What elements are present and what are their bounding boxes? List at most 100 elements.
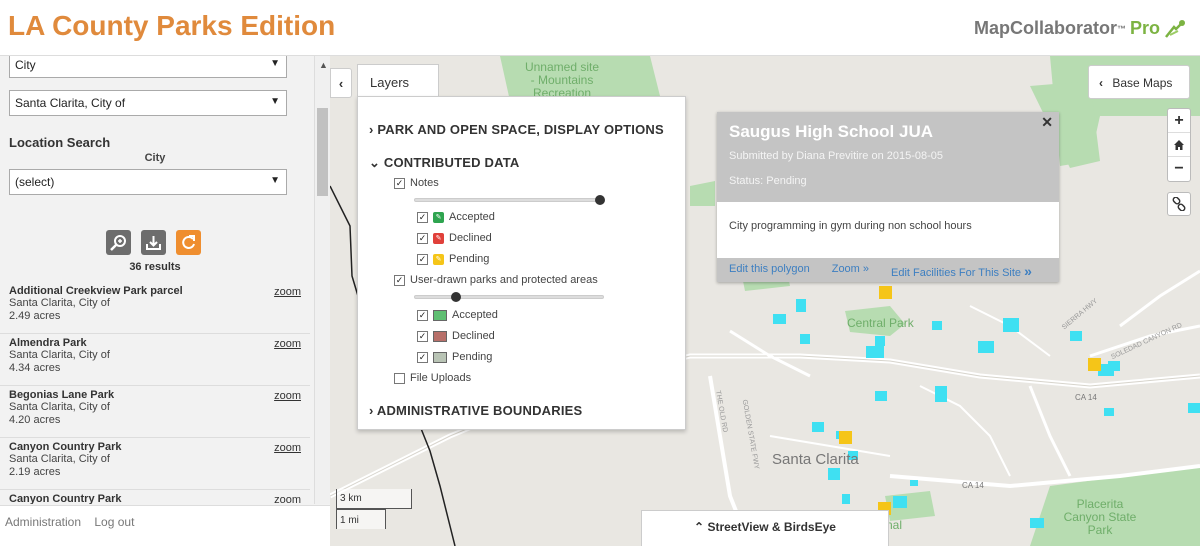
administration-link[interactable]: Administration	[5, 515, 81, 529]
checkbox-checked[interactable]: ✓	[417, 330, 428, 342]
sidebar-content[interactable]: City ▼ Santa Clarita, City of ▼ Location…	[0, 56, 313, 504]
refresh-icon	[182, 235, 195, 249]
result-name: Almendra Park	[9, 337, 87, 349]
polygons-pending-checkbox[interactable]: ✓ Pending	[417, 351, 492, 363]
sidebar-footer: Administration Log out	[0, 505, 330, 546]
note-pending-icon: ✎	[433, 253, 444, 265]
edit-facilities-label: Edit Facilities For This Site	[891, 267, 1022, 279]
declined-label: Declined	[452, 330, 495, 342]
popup-body: City programming in gym during non schoo…	[729, 220, 972, 232]
zoom-to-results-button[interactable]	[106, 230, 131, 255]
result-acres: 2.19 acres	[9, 466, 61, 478]
zoom-out-button[interactable]: −	[1168, 157, 1190, 181]
double-chevron-icon: »	[1024, 263, 1032, 279]
popup-status: Status: Pending	[729, 175, 807, 187]
sidebar: City ▼ Santa Clarita, City of ▼ Location…	[0, 56, 330, 546]
notes-opacity-slider[interactable]	[414, 195, 605, 205]
polygons-accepted-checkbox[interactable]: ✓ Accepted	[417, 309, 498, 321]
sidebar-scrollbar[interactable]: ▲	[314, 56, 330, 504]
result-zoom-link[interactable]: zoom	[274, 494, 301, 504]
download-results-button[interactable]	[141, 230, 166, 255]
zoom-search-icon	[110, 235, 126, 251]
location-city-select[interactable]: (select) ▼	[9, 169, 287, 195]
scrollbar-thumb[interactable]	[317, 108, 328, 196]
page-title: LA County Parks Edition	[8, 10, 336, 41]
notes-label: Notes	[410, 177, 439, 189]
base-maps-button[interactable]: ‹ Base Maps	[1088, 65, 1190, 99]
result-zoom-link[interactable]: zoom	[274, 442, 301, 454]
checkbox-checked[interactable]: ✓	[417, 232, 428, 244]
checkbox-checked[interactable]: ✓	[394, 274, 405, 286]
city-boundary-value: Santa Clarita, City of	[15, 96, 126, 110]
close-icon[interactable]: ✕	[1041, 114, 1053, 131]
notes-pending-checkbox[interactable]: ✓ ✎ Pending	[417, 253, 489, 265]
list-item: Canyon Country Park zoom	[0, 490, 310, 504]
zoom-controls: + −	[1167, 108, 1191, 182]
scroll-up-icon[interactable]: ▲	[319, 60, 328, 70]
declined-swatch	[433, 330, 447, 342]
result-city: Santa Clarita, City of	[9, 401, 110, 413]
layer-group-label: PARK AND OPEN SPACE, DISPLAY OPTIONS	[377, 122, 664, 137]
result-zoom-link[interactable]: zoom	[274, 338, 301, 350]
layer-group-contributed[interactable]: ⌄ CONTRIBUTED DATA	[369, 155, 520, 171]
checkbox-unchecked[interactable]	[394, 372, 405, 384]
chevron-left-icon: ‹	[1099, 76, 1103, 90]
layers-label: Layers	[370, 75, 410, 90]
feature-popup: Saugus High School JUA Submitted by Dian…	[717, 112, 1059, 282]
boundary-type-value: City	[15, 58, 36, 72]
refresh-results-button[interactable]	[176, 230, 201, 255]
user-drawn-opacity-slider[interactable]	[414, 292, 604, 302]
notes-accepted-checkbox[interactable]: ✓ ✎ Accepted	[417, 211, 495, 223]
file-uploads-checkbox[interactable]: File Uploads	[394, 372, 471, 384]
result-city: Santa Clarita, City of	[9, 349, 110, 361]
zoom-link[interactable]: Zoom »	[832, 263, 869, 277]
list-item: Canyon Country Park Santa Clarita, City …	[0, 438, 310, 490]
popup-title: Saugus High School JUA	[729, 122, 934, 141]
boundary-type-select[interactable]: City ▼	[9, 56, 287, 78]
chevron-up-icon: ⌃	[694, 520, 705, 534]
brand-pro: Pro	[1129, 18, 1160, 38]
logout-link[interactable]: Log out	[94, 515, 134, 529]
result-zoom-link[interactable]: zoom	[274, 390, 301, 402]
polygons-declined-checkbox[interactable]: ✓ Declined	[417, 330, 495, 342]
chevron-left-icon: ‹	[338, 75, 344, 91]
result-city: Santa Clarita, City of	[9, 297, 110, 309]
user-drawn-label: User-drawn parks and protected areas	[410, 274, 598, 286]
checkbox-checked[interactable]: ✓	[417, 211, 428, 223]
city-boundary-select[interactable]: Santa Clarita, City of ▼	[9, 90, 287, 116]
notes-checkbox[interactable]: ✓ Notes	[394, 177, 439, 189]
edit-facilities-link[interactable]: Edit Facilities For This Site »	[891, 263, 1032, 279]
map-label-ca14-north: CA 14	[1075, 393, 1097, 402]
collapse-sidebar-button[interactable]: ‹	[330, 68, 352, 98]
checkbox-checked[interactable]: ✓	[417, 253, 428, 265]
user-drawn-checkbox[interactable]: ✓ User-drawn parks and protected areas	[394, 274, 598, 286]
brand-name: MapCollaborator	[973, 18, 1117, 38]
share-link-button[interactable]	[1167, 192, 1191, 216]
layers-panel: › PARK AND OPEN SPACE, DISPLAY OPTIONS ⌄…	[357, 96, 686, 430]
location-search-label: Location Search	[9, 135, 111, 150]
download-icon	[146, 236, 161, 250]
location-city-value: (select)	[15, 175, 55, 189]
layers-toggle[interactable]: Layers ⌄	[357, 64, 439, 105]
slider-handle[interactable]	[595, 195, 605, 205]
slider-handle[interactable]	[451, 292, 461, 302]
accepted-swatch	[433, 309, 447, 321]
checkbox-checked[interactable]: ✓	[417, 309, 428, 321]
checkbox-checked[interactable]: ✓	[417, 351, 428, 363]
popup-submitted: Submitted by Diana Previtire on 2015-08-…	[729, 150, 944, 162]
result-acres: 4.34 acres	[9, 362, 61, 374]
plus-icon: +	[1174, 111, 1184, 129]
home-button[interactable]	[1168, 133, 1190, 157]
layer-group-park-options[interactable]: › PARK AND OPEN SPACE, DISPLAY OPTIONS	[369, 122, 664, 137]
result-zoom-link[interactable]: zoom	[274, 286, 301, 298]
map-canvas[interactable]: Unnamed site - Mountains Recreation Cent…	[330, 56, 1200, 546]
brand-tm: ™	[1116, 23, 1126, 34]
base-maps-label: Base Maps	[1112, 76, 1173, 90]
result-acres: 4.20 acres	[9, 414, 61, 426]
layer-group-admin-boundaries[interactable]: › ADMINISTRATIVE BOUNDARIES	[369, 403, 582, 418]
streetview-toggle[interactable]: ⌃ StreetView & BirdsEye	[641, 510, 889, 546]
notes-declined-checkbox[interactable]: ✓ ✎ Declined	[417, 232, 492, 244]
zoom-in-button[interactable]: +	[1168, 109, 1190, 133]
edit-polygon-link[interactable]: Edit this polygon	[729, 263, 810, 277]
checkbox-checked[interactable]: ✓	[394, 177, 405, 189]
